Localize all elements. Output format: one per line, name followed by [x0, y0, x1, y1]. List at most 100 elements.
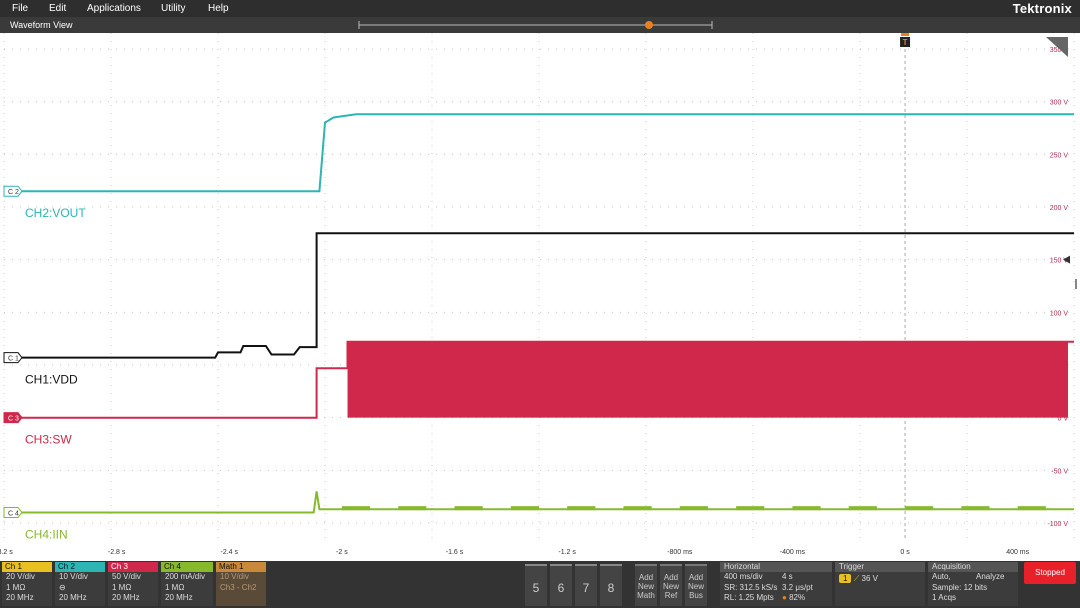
- math1-scale: 10 V/div: [220, 572, 249, 581]
- trigger-panel[interactable]: Trigger 1 ⟋ 36 V: [835, 562, 925, 606]
- y-tick-label: 250 V: [1050, 152, 1069, 159]
- ch3-title: Ch 3: [108, 562, 158, 572]
- x-tick-label: -3.2 s: [0, 549, 13, 556]
- zoom-icon: ●: [782, 593, 787, 602]
- ch4-bump: [905, 506, 934, 511]
- x-tick-label: -400 ms: [780, 549, 806, 556]
- svg-text:T: T: [903, 38, 908, 47]
- ch2-title: Ch 2: [55, 562, 105, 572]
- brand-logo: Tektronix: [1012, 1, 1072, 16]
- add-new-bus-button[interactable]: Add New Bus: [685, 564, 707, 606]
- y-tick-label: -100 V: [1047, 521, 1068, 528]
- ch2-badge[interactable]: Ch 2 10 V/div ⊖ 20 MHz: [55, 562, 105, 606]
- y-tick-label: 200 V: [1050, 205, 1069, 212]
- trigger-source-badge: 1: [839, 574, 852, 583]
- ch6-button[interactable]: 6: [550, 564, 572, 606]
- ch3-termination: 1 MΩ: [112, 582, 132, 592]
- ch1-bandwidth: 20 MHz: [6, 593, 34, 602]
- y-tick-label: 100 V: [1050, 310, 1069, 317]
- trigger-level: 36 V: [861, 574, 878, 583]
- x-tick-label: -1.2 s: [558, 549, 576, 556]
- acq-mode: Auto,: [932, 572, 951, 581]
- ch1-badge[interactable]: Ch 1 20 V/div 1 MΩ 20 MHz: [2, 562, 52, 606]
- ch3-badge[interactable]: Ch 3 50 V/div 1 MΩ 20 MHz: [108, 562, 158, 606]
- x-tick-label: -1.6 s: [446, 549, 464, 556]
- waveform-svg[interactable]: 350 V300 V250 V200 V150 V100 V50 V0 V-50…: [0, 33, 1080, 561]
- ch4-bump: [510, 506, 539, 511]
- record-length: RL: 1.25 Mpts: [724, 593, 774, 602]
- ch4-bump: [567, 506, 596, 511]
- acq-analyze: Analyze: [976, 572, 1005, 581]
- channel-badge-1[interactable]: C 2: [3, 185, 23, 197]
- channel-badge-text: C 2: [8, 189, 19, 196]
- ch3-switching-block: [347, 341, 1068, 418]
- ch7-button[interactable]: 7: [575, 564, 597, 606]
- channel-label: CH3:SW: [25, 433, 72, 447]
- channel-badge-text: C 3: [8, 416, 19, 423]
- rising-edge-icon: ⟋: [853, 574, 860, 583]
- math1-expression: Ch3 - Ch2: [220, 582, 257, 592]
- series-0-trace: [4, 113, 1074, 193]
- ch4-scale: 200 mA/div: [165, 572, 206, 581]
- ch2-differential-icon: ⊖: [59, 582, 66, 592]
- x-tick-label: 0 s: [900, 549, 910, 556]
- x-tick-label: 400 ms: [1006, 549, 1029, 556]
- ch4-termination: 1 MΩ: [165, 582, 185, 592]
- ch4-bump: [623, 506, 652, 511]
- zoom-percent: 82%: [789, 593, 806, 602]
- ch2-bandwidth: 20 MHz: [59, 593, 87, 602]
- waveform-plot[interactable]: 350 V300 V250 V200 V150 V100 V50 V0 V-50…: [0, 33, 1080, 561]
- menu-edit[interactable]: Edit: [49, 3, 66, 14]
- y-tick-label: -50 V: [1051, 468, 1068, 475]
- trigger-marker[interactable]: T: [900, 33, 911, 47]
- ch4-bandwidth: 20 MHz: [165, 593, 193, 602]
- ch5-button[interactable]: 5: [525, 564, 547, 606]
- grid: [3, 33, 1075, 541]
- time-per-point: 3.2 μs/pt: [782, 582, 813, 592]
- ch4-badge[interactable]: Ch 4 200 mA/div 1 MΩ 20 MHz: [161, 562, 213, 606]
- channel-label: CH4:IIN: [25, 527, 68, 541]
- acquisition-title: Acquisition: [928, 562, 1018, 572]
- channel-badge-text: C 4: [8, 510, 19, 517]
- side-panel-handle[interactable]: [1075, 279, 1077, 289]
- ch4-bump: [341, 506, 371, 511]
- menu-applications[interactable]: Applications: [87, 3, 141, 14]
- trigger-position-marker[interactable]: [645, 21, 653, 29]
- acquisition-panel[interactable]: Acquisition Auto, Analyze Sample: 12 bits…: [928, 562, 1018, 606]
- math1-title: Math 1: [216, 562, 266, 572]
- channel-badge-2[interactable]: C 1: [3, 352, 23, 364]
- ch4-bump: [454, 506, 483, 511]
- ch4-bump: [679, 506, 708, 511]
- add-new-math-button[interactable]: Add New Math: [635, 564, 657, 606]
- menu-bar: File Edit Applications Utility Help Tekt…: [0, 0, 1080, 17]
- ch4-bump: [961, 506, 990, 511]
- math1-badge[interactable]: Math 1 10 V/div Ch3 - Ch2: [216, 562, 266, 606]
- channel-badge-4[interactable]: C 4: [3, 506, 23, 518]
- acq-sample: Sample: 12 bits: [932, 582, 988, 592]
- ch3-scale: 50 V/div: [112, 572, 141, 581]
- ch2-scale: 10 V/div: [59, 572, 88, 581]
- trigger-title: Trigger: [835, 562, 925, 572]
- horizontal-scale: 400 ms/div: [724, 572, 763, 581]
- ch4-title: Ch 4: [161, 562, 213, 572]
- menu-utility[interactable]: Utility: [161, 3, 185, 14]
- series-1-trace: [4, 232, 1074, 359]
- channel-badge-3[interactable]: C 3: [3, 412, 23, 424]
- horizontal-title: Horizontal: [720, 562, 832, 572]
- record-view-scrollbar[interactable]: [0, 17, 1080, 33]
- ch4-bump: [792, 506, 821, 511]
- acq-count: 1 Acqs: [932, 593, 957, 602]
- ch4-bump: [1017, 506, 1046, 511]
- ch1-scale: 20 V/div: [6, 572, 35, 581]
- horizontal-panel[interactable]: Horizontal 400 ms/div 4 s SR: 312.5 kS/s 3…: [720, 562, 832, 606]
- menu-help[interactable]: Help: [208, 3, 229, 14]
- y-tick-label: 300 V: [1050, 100, 1069, 107]
- channel-label: CH1:VDD: [25, 373, 78, 387]
- horizontal-duration: 4 s: [782, 572, 793, 581]
- sample-rate: SR: 312.5 kS/s: [724, 582, 778, 592]
- channel-badge-text: C 1: [8, 356, 19, 363]
- run-stop-button[interactable]: Stopped: [1024, 562, 1076, 584]
- add-new-ref-button[interactable]: Add New Ref: [660, 564, 682, 606]
- menu-file[interactable]: File: [12, 3, 28, 14]
- ch8-button[interactable]: 8: [600, 564, 622, 606]
